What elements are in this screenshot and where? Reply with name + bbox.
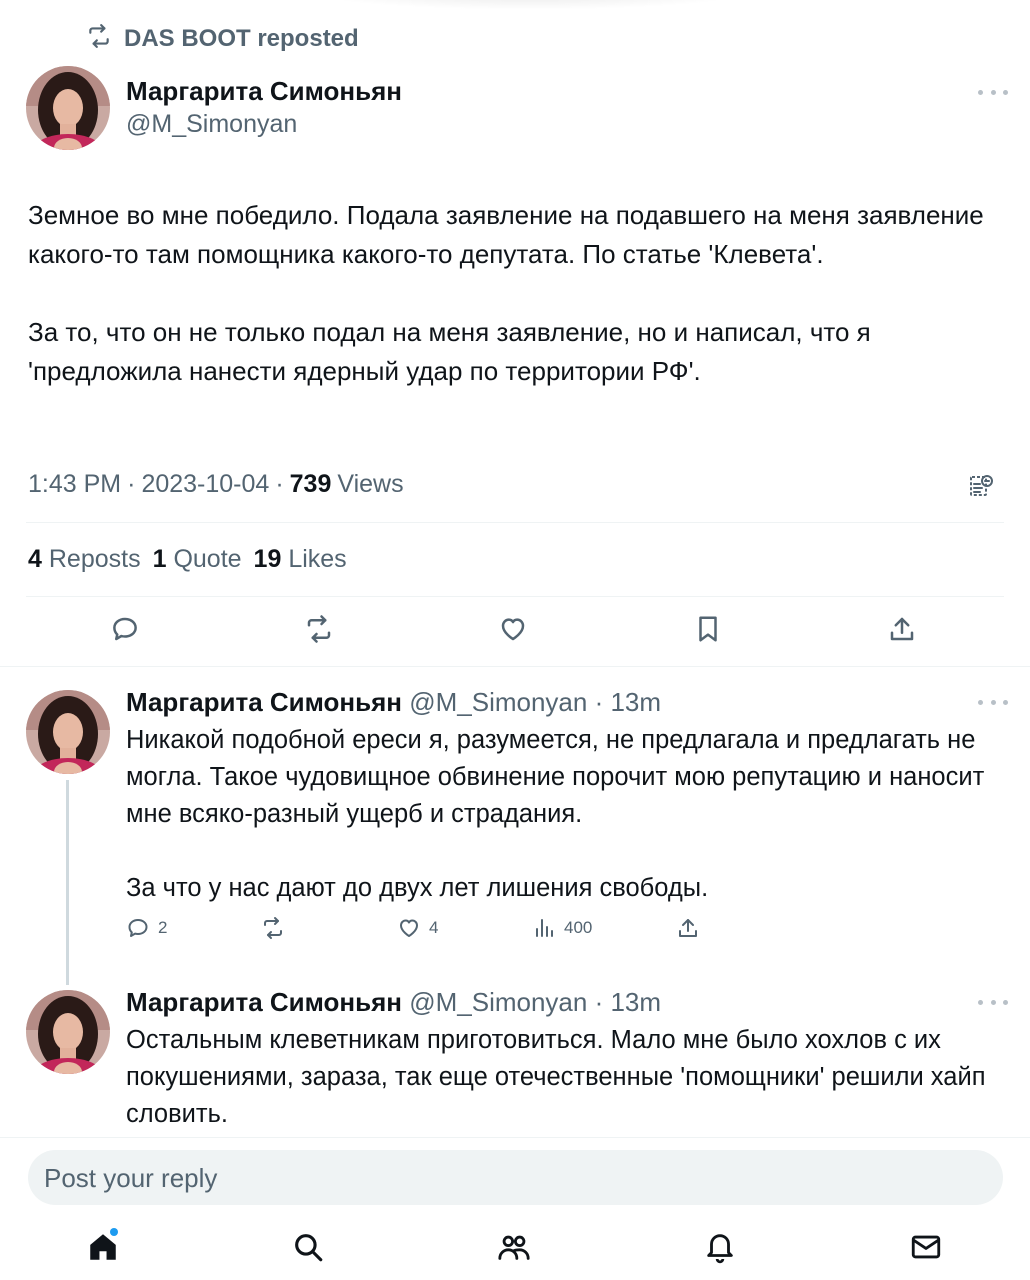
bookmark-icon[interactable] — [693, 614, 723, 644]
reply-action-reply[interactable]: 2 — [126, 916, 167, 940]
author-handle[interactable]: @M_Simonyan — [126, 110, 297, 139]
view-count: 400 — [564, 918, 593, 937]
reply-action-views[interactable]: 400 — [532, 916, 592, 940]
quotes-stat[interactable]: 1 Quote — [153, 545, 242, 574]
engagement-stats: 4 Reposts 1 Quote 19 Likes — [28, 545, 347, 574]
avatar[interactable] — [26, 990, 110, 1074]
divider — [0, 666, 1030, 667]
reply-text: Остальным клеветникам приготовиться. Мал… — [126, 1022, 1006, 1133]
communities-icon[interactable] — [497, 1230, 531, 1264]
reply-input[interactable]: Post your reply — [28, 1150, 1003, 1205]
reposts-stat[interactable]: 4 Reposts — [28, 545, 141, 574]
reply-icon — [128, 919, 148, 937]
analytics-icon[interactable] — [968, 472, 996, 500]
reply-action-repost[interactable] — [261, 916, 285, 940]
repost-header[interactable]: DAS BOOT reposted — [86, 23, 359, 56]
tweet-paragraph: За то, что он не только подал на меня за… — [28, 317, 871, 386]
divider — [0, 1137, 1030, 1138]
like-count: 4 — [429, 918, 439, 937]
tweet-text: Земное во мне победило. Подала заявление… — [28, 196, 988, 391]
views-label: Views — [337, 470, 404, 498]
notifications-icon[interactable] — [703, 1230, 737, 1264]
reply-author-name[interactable]: Маргарита Симоньян — [126, 987, 402, 1017]
tweet-time[interactable]: 1:43 PM — [28, 470, 121, 499]
reply-paragraph: Остальным клеветникам приготовиться. Мал… — [126, 1026, 986, 1128]
top-shadow — [300, 0, 760, 10]
more-options-icon[interactable] — [978, 996, 1008, 1008]
likes-stat[interactable]: 19 Likes — [254, 545, 347, 574]
thread-line — [66, 780, 69, 985]
reply-header: Маргарита Симоньян @M_Simonyan · 13m — [126, 987, 661, 1018]
views-count: 739 — [289, 470, 332, 498]
reply-input-placeholder: Post your reply — [44, 1163, 218, 1193]
reply-icon[interactable] — [110, 614, 140, 644]
more-options-icon[interactable] — [978, 86, 1008, 98]
tweet-paragraph: Земное во мне победило. Подала заявление… — [28, 200, 984, 269]
repost-icon — [264, 917, 282, 939]
messages-icon[interactable] — [909, 1230, 943, 1264]
notification-dot — [110, 1228, 118, 1236]
reply-handle-time[interactable]: @M_Simonyan · 13m — [409, 987, 661, 1017]
tweet-actions — [0, 614, 1030, 650]
repost-icon[interactable] — [304, 614, 334, 644]
reply-author-name[interactable]: Маргарита Симоньян — [126, 687, 402, 717]
repost-icon — [86, 23, 112, 56]
bottom-nav — [0, 1222, 1030, 1272]
tweet-meta: 1:43 PM · 2023-10-04 · 739 Views — [28, 470, 404, 499]
reply-paragraph: Никакой подобной ереси я, разумеется, не… — [126, 726, 985, 828]
reply-header: Маргарита Симоньян @M_Simonyan · 13m — [126, 687, 661, 718]
reply-action-like[interactable]: 4 — [397, 916, 438, 940]
views-icon — [536, 919, 553, 937]
reply-actions: 2 4 400 — [0, 916, 1030, 944]
avatar[interactable] — [26, 66, 110, 150]
reply-action-share[interactable] — [676, 916, 700, 940]
like-icon — [400, 919, 418, 937]
share-icon[interactable] — [887, 614, 917, 644]
tweet-date[interactable]: 2023-10-04 — [141, 470, 269, 499]
reply-count: 2 — [158, 918, 168, 937]
search-icon[interactable] — [291, 1230, 325, 1264]
reply-paragraph: За что у нас дают до двух лет лишения св… — [126, 874, 709, 902]
reply-text: Никакой подобной ереси я, разумеется, не… — [126, 722, 1006, 907]
author-name[interactable]: Маргарита Симоньян — [126, 76, 402, 107]
repost-label: DAS BOOT reposted — [124, 25, 359, 52]
divider — [26, 596, 1004, 597]
avatar[interactable] — [26, 690, 110, 774]
meta-separator: · — [127, 470, 136, 498]
like-icon[interactable] — [498, 614, 528, 644]
more-options-icon[interactable] — [978, 696, 1008, 708]
meta-separator: · — [275, 470, 284, 498]
reply-handle-time[interactable]: @M_Simonyan · 13m — [409, 687, 661, 717]
divider — [26, 522, 1004, 523]
share-icon — [679, 919, 697, 937]
